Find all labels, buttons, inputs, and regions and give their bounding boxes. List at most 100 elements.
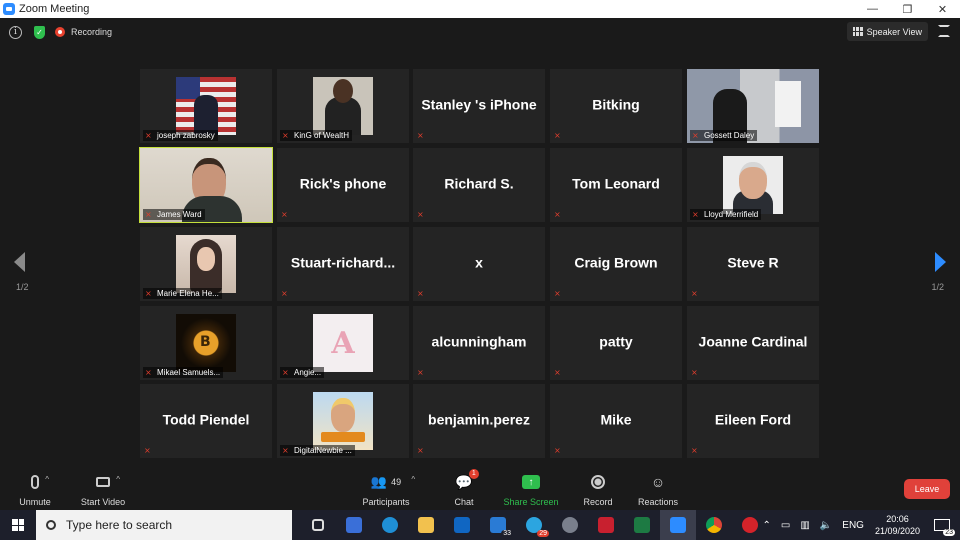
participant-tile[interactable]: patty ⨯ bbox=[550, 306, 682, 380]
taskbar-app-excel[interactable] bbox=[624, 510, 660, 540]
share-screen-button[interactable]: ↑ Share Screen bbox=[496, 472, 566, 507]
participant-name: Steve R bbox=[727, 254, 779, 271]
muted-mic-icon: ⨯ bbox=[417, 131, 424, 140]
language-indicator[interactable]: ENG bbox=[842, 520, 864, 531]
restore-button[interactable]: ❐ bbox=[890, 0, 925, 18]
participant-tile[interactable]: Stuart-richard... ⨯ bbox=[277, 227, 409, 301]
task-view-button[interactable] bbox=[300, 510, 336, 540]
security-shield-icon[interactable]: ✓ bbox=[34, 25, 45, 39]
taskbar-apps: 33 29 bbox=[300, 510, 768, 540]
participant-name-label: ⨯ Marie Elena He... bbox=[143, 288, 222, 299]
chat-label: Chat bbox=[454, 497, 474, 507]
people-app-icon bbox=[346, 517, 362, 533]
taskbar-app-people[interactable] bbox=[336, 510, 372, 540]
taskbar-app-edge[interactable] bbox=[372, 510, 408, 540]
participant-name: Stanley 's iPhone bbox=[421, 96, 537, 113]
reactions-label: Reactions bbox=[637, 497, 679, 507]
mcafee-shield-icon bbox=[598, 517, 614, 533]
fullscreen-icon[interactable] bbox=[938, 25, 950, 37]
taskbar-clock[interactable]: 20:06 21/09/2020 bbox=[875, 513, 920, 537]
participant-tile[interactable]: A ⨯ Angie... bbox=[277, 306, 409, 380]
taskbar-app-explorer[interactable] bbox=[408, 510, 444, 540]
mobile-broadband-icon bbox=[742, 517, 758, 533]
taskbar-search[interactable] bbox=[36, 510, 292, 540]
page-indicator-left: 1/2 bbox=[16, 282, 29, 292]
muted-mic-icon: ⨯ bbox=[691, 446, 698, 455]
video-off-icon bbox=[96, 477, 110, 487]
battery-icon[interactable]: ▭ bbox=[781, 520, 790, 531]
muted-mic-icon: ⨯ bbox=[554, 131, 561, 140]
participant-tile[interactable]: ⨯ KinG of WealtH bbox=[277, 69, 409, 143]
reactions-button[interactable]: ☺ Reactions bbox=[623, 472, 693, 507]
muted-mic-icon: ⨯ bbox=[144, 446, 151, 455]
grid-icon bbox=[852, 27, 863, 36]
participant-tile[interactable]: Steve R ⨯ bbox=[687, 227, 819, 301]
start-button[interactable] bbox=[0, 510, 36, 540]
participant-tile[interactable]: ⨯ Mikael Samuels... bbox=[140, 306, 272, 380]
participant-tile[interactable]: Richard S. ⨯ bbox=[413, 148, 545, 222]
volume-icon[interactable]: 🔈 bbox=[820, 520, 832, 531]
participants-button[interactable]: 👥 49 ^ Participants bbox=[351, 472, 421, 507]
next-page-arrow-icon[interactable] bbox=[935, 252, 946, 272]
unmute-button[interactable]: ^ Unmute bbox=[0, 472, 70, 507]
taskbar-app-snipping[interactable] bbox=[552, 510, 588, 540]
tray-overflow-chevron-icon[interactable]: ⌃ bbox=[763, 520, 771, 531]
participant-name: Marie Elena He... bbox=[157, 289, 219, 298]
leave-button[interactable]: Leave bbox=[904, 479, 950, 499]
participant-tile[interactable]: ⨯ Marie Elena He... bbox=[140, 227, 272, 301]
taskbar-app-telegram[interactable]: 29 bbox=[516, 510, 552, 540]
taskbar-search-input[interactable] bbox=[66, 518, 266, 532]
speaker-view-button[interactable]: Speaker View bbox=[846, 22, 928, 41]
participant-tile[interactable]: x ⨯ bbox=[413, 227, 545, 301]
task-view-icon bbox=[312, 519, 324, 531]
muted-mic-icon: ⨯ bbox=[554, 289, 561, 298]
participant-tile[interactable]: Craig Brown ⨯ bbox=[550, 227, 682, 301]
record-dot-icon bbox=[55, 27, 65, 37]
taskbar-app-chrome[interactable] bbox=[696, 510, 732, 540]
recording-indicator[interactable]: Recording bbox=[55, 27, 112, 37]
participant-tile[interactable]: Bitking ⨯ bbox=[550, 69, 682, 143]
snipping-tool-icon bbox=[562, 517, 578, 533]
participant-tile[interactable]: ⨯ joseph zabrosky bbox=[140, 69, 272, 143]
taskbar-app-mail[interactable]: 33 bbox=[480, 510, 516, 540]
gallery-grid: ⨯ joseph zabrosky ⨯ KinG of WealtH Stanley '… bbox=[139, 69, 820, 460]
zoom-logo-icon bbox=[3, 3, 15, 15]
taskbar-app-outlook[interactable] bbox=[444, 510, 480, 540]
taskbar-app-mcafee[interactable] bbox=[588, 510, 624, 540]
close-button[interactable]: ✕ bbox=[925, 0, 960, 18]
participant-name: Todd Piendel bbox=[162, 411, 250, 428]
info-icon[interactable]: i bbox=[9, 25, 22, 39]
participant-name: Bitking bbox=[592, 96, 640, 113]
minimize-button[interactable]: — bbox=[855, 0, 890, 18]
prev-page-arrow-icon[interactable] bbox=[14, 252, 25, 272]
participant-tile[interactable]: Todd Piendel ⨯ bbox=[140, 384, 272, 458]
participant-tile[interactable]: ⨯ Lloyd Merrifield bbox=[687, 148, 819, 222]
muted-mic-icon: ⨯ bbox=[417, 446, 424, 455]
notification-center-icon[interactable]: 23 bbox=[934, 519, 955, 536]
participant-tile[interactable]: Rick's phone ⨯ bbox=[277, 148, 409, 222]
notification-count: 23 bbox=[943, 529, 955, 536]
participant-tile[interactable]: alcunningham ⨯ bbox=[413, 306, 545, 380]
participant-photo bbox=[313, 392, 373, 450]
participant-tile[interactable]: ⨯ DigitalNewbie ... bbox=[277, 384, 409, 458]
participants-caret-icon[interactable]: ^ bbox=[411, 475, 415, 484]
window-titlebar: Zoom Meeting — ❐ ✕ bbox=[0, 0, 960, 18]
participant-tile[interactable]: Eileen Ford ⨯ bbox=[687, 384, 819, 458]
network-icon[interactable]: ▥ bbox=[800, 520, 809, 531]
participant-tile[interactable]: Joanne Cardinal ⨯ bbox=[687, 306, 819, 380]
participant-tile[interactable]: benjamin.perez ⨯ bbox=[413, 384, 545, 458]
participant-tile[interactable]: ⨯ James Ward bbox=[139, 147, 273, 223]
muted-mic-icon: ⨯ bbox=[554, 210, 561, 219]
participant-tile[interactable]: Mike ⨯ bbox=[550, 384, 682, 458]
share-screen-label: Share Screen bbox=[503, 497, 559, 507]
chat-button[interactable]: 💬 1 Chat bbox=[429, 469, 499, 507]
microphone-muted-icon bbox=[31, 475, 39, 489]
muted-mic-icon: ⨯ bbox=[282, 368, 289, 377]
start-video-button[interactable]: ^ Start Video bbox=[68, 472, 138, 507]
participant-tile[interactable]: Stanley 's iPhone ⨯ bbox=[413, 69, 545, 143]
participant-tile[interactable]: ⨯ Gossett Daley bbox=[687, 69, 819, 143]
audio-options-caret-icon[interactable]: ^ bbox=[45, 475, 49, 484]
participant-tile[interactable]: Tom Leonard ⨯ bbox=[550, 148, 682, 222]
taskbar-app-zoom[interactable] bbox=[660, 510, 696, 540]
video-options-caret-icon[interactable]: ^ bbox=[116, 475, 120, 484]
